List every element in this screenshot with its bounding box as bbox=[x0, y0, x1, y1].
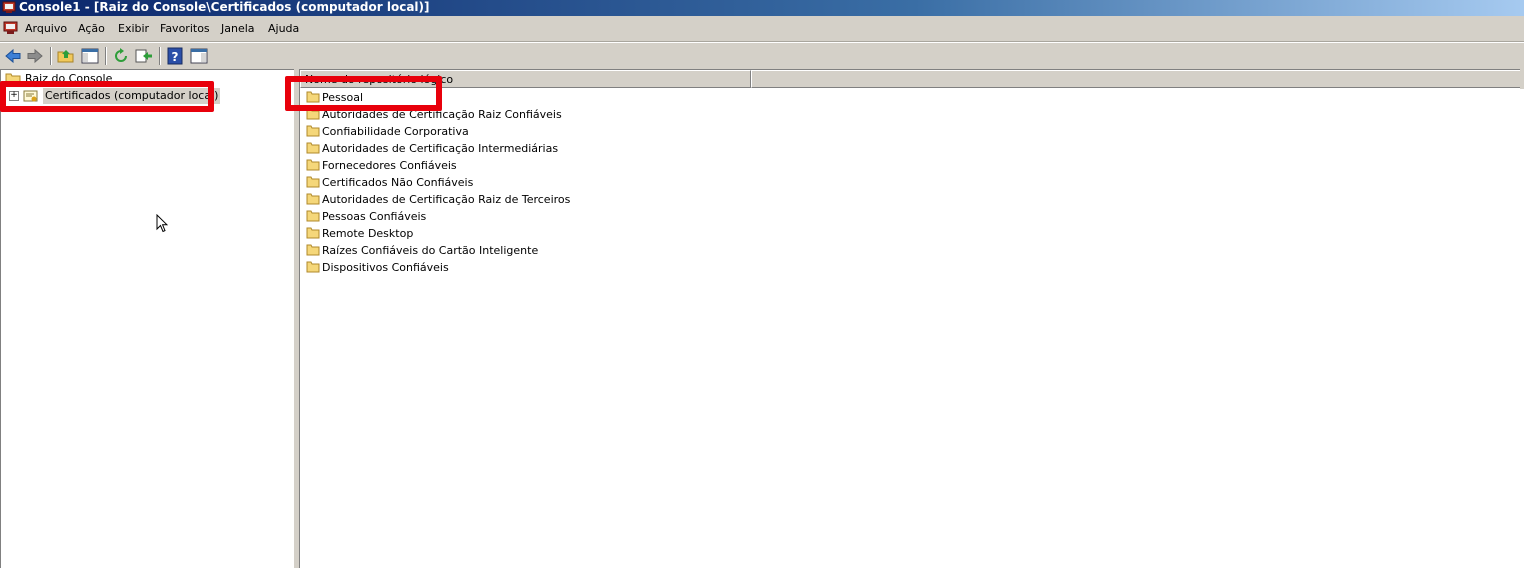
mouse-cursor-icon bbox=[156, 214, 168, 233]
folder-icon bbox=[306, 176, 320, 188]
menu-arquivo[interactable]: Arquivo bbox=[25, 22, 67, 36]
refresh-button[interactable] bbox=[111, 46, 131, 66]
folder-icon bbox=[306, 108, 320, 120]
export-list-icon bbox=[135, 49, 152, 63]
show-hide-tree-button[interactable] bbox=[80, 46, 100, 66]
list-item-label: Remote Desktop bbox=[322, 227, 414, 240]
folder-icon bbox=[306, 193, 320, 205]
up-one-level-button[interactable] bbox=[56, 46, 76, 66]
show-hide-action-pane-button[interactable] bbox=[189, 46, 209, 66]
column-header-empty[interactable] bbox=[751, 70, 1524, 88]
svg-text:?: ? bbox=[172, 50, 179, 64]
back-arrow-icon bbox=[5, 48, 21, 64]
folder-icon bbox=[306, 142, 320, 154]
folder-icon bbox=[306, 261, 320, 273]
mmc-console-icon bbox=[2, 1, 16, 13]
list-item-label: Pessoas Confiáveis bbox=[322, 210, 427, 223]
list-item-label: Autoridades de Certificação Intermediári… bbox=[322, 142, 559, 155]
folder-icon bbox=[306, 159, 320, 171]
folder-icon bbox=[306, 227, 320, 239]
tree-node-label: Certificados (computador local) bbox=[43, 88, 221, 104]
tree-node-label: Raiz do Console bbox=[25, 72, 113, 85]
console-document-icon[interactable] bbox=[3, 21, 18, 35]
menu-favoritos[interactable]: Favoritos bbox=[160, 22, 210, 36]
forward-arrow-icon bbox=[27, 48, 43, 64]
folder-icon bbox=[306, 125, 320, 137]
show-hide-tree-icon bbox=[81, 48, 99, 64]
help-button[interactable]: ? bbox=[165, 46, 185, 66]
forward-button[interactable] bbox=[25, 46, 45, 66]
show-hide-action-pane-icon bbox=[190, 48, 208, 64]
toolbar-separator bbox=[159, 47, 161, 65]
console-tree-pane: Raiz do Console + Certificados (computad… bbox=[0, 69, 294, 568]
column-header-logical-store-name[interactable]: Nome do repositório lógico bbox=[300, 70, 751, 88]
results-list-pane: Nome do repositório lógico Pessoal Autor… bbox=[299, 69, 1524, 568]
list-item-label: Autoridades de Certificação Raiz Confiáv… bbox=[322, 108, 562, 121]
window-title: Console1 - [Raiz do Console\Certificados… bbox=[19, 0, 430, 14]
list-item-label: Certificados Não Confiáveis bbox=[322, 176, 474, 189]
list-item-label: Pessoal bbox=[322, 91, 363, 104]
folder-icon bbox=[306, 244, 320, 256]
certificate-icon bbox=[23, 90, 38, 102]
back-button[interactable] bbox=[3, 46, 23, 66]
scrollbar-edge bbox=[1520, 69, 1524, 89]
list-item-label: Fornecedores Confiáveis bbox=[322, 159, 457, 172]
toolbar: ? bbox=[0, 42, 1524, 70]
list-item-label: Dispositivos Confiáveis bbox=[322, 261, 449, 274]
tree-node-console-root[interactable]: Raiz do Console bbox=[5, 71, 285, 87]
menu-acao[interactable]: Ação bbox=[78, 22, 105, 36]
refresh-icon bbox=[115, 48, 127, 62]
folder-icon bbox=[306, 210, 320, 222]
tree-node-certificates[interactable]: + Certificados (computador local) bbox=[9, 88, 269, 104]
toolbar-separator bbox=[50, 47, 52, 65]
list-item-label: Raízes Confiáveis do Cartão Inteligente bbox=[322, 244, 539, 257]
menu-ajuda[interactable]: Ajuda bbox=[268, 22, 299, 36]
folder-icon bbox=[306, 91, 320, 103]
expand-toggle[interactable]: + bbox=[9, 91, 19, 101]
export-list-button[interactable] bbox=[134, 46, 154, 66]
toolbar-separator bbox=[105, 47, 107, 65]
list-item-label: Confiabilidade Corporativa bbox=[322, 125, 469, 138]
menu-exibir[interactable]: Exibir bbox=[118, 22, 149, 36]
menu-bar: Arquivo Ação Exibir Favoritos Janela Aju… bbox=[0, 17, 1524, 42]
folder-icon bbox=[5, 73, 21, 86]
list-item-label: Autoridades de Certificação Raiz de Terc… bbox=[322, 193, 571, 206]
title-bar: Console1 - [Raiz do Console\Certificados… bbox=[0, 0, 1524, 16]
help-icon: ? bbox=[167, 47, 183, 65]
up-folder-icon bbox=[57, 50, 74, 63]
menu-janela[interactable]: Janela bbox=[221, 22, 255, 36]
